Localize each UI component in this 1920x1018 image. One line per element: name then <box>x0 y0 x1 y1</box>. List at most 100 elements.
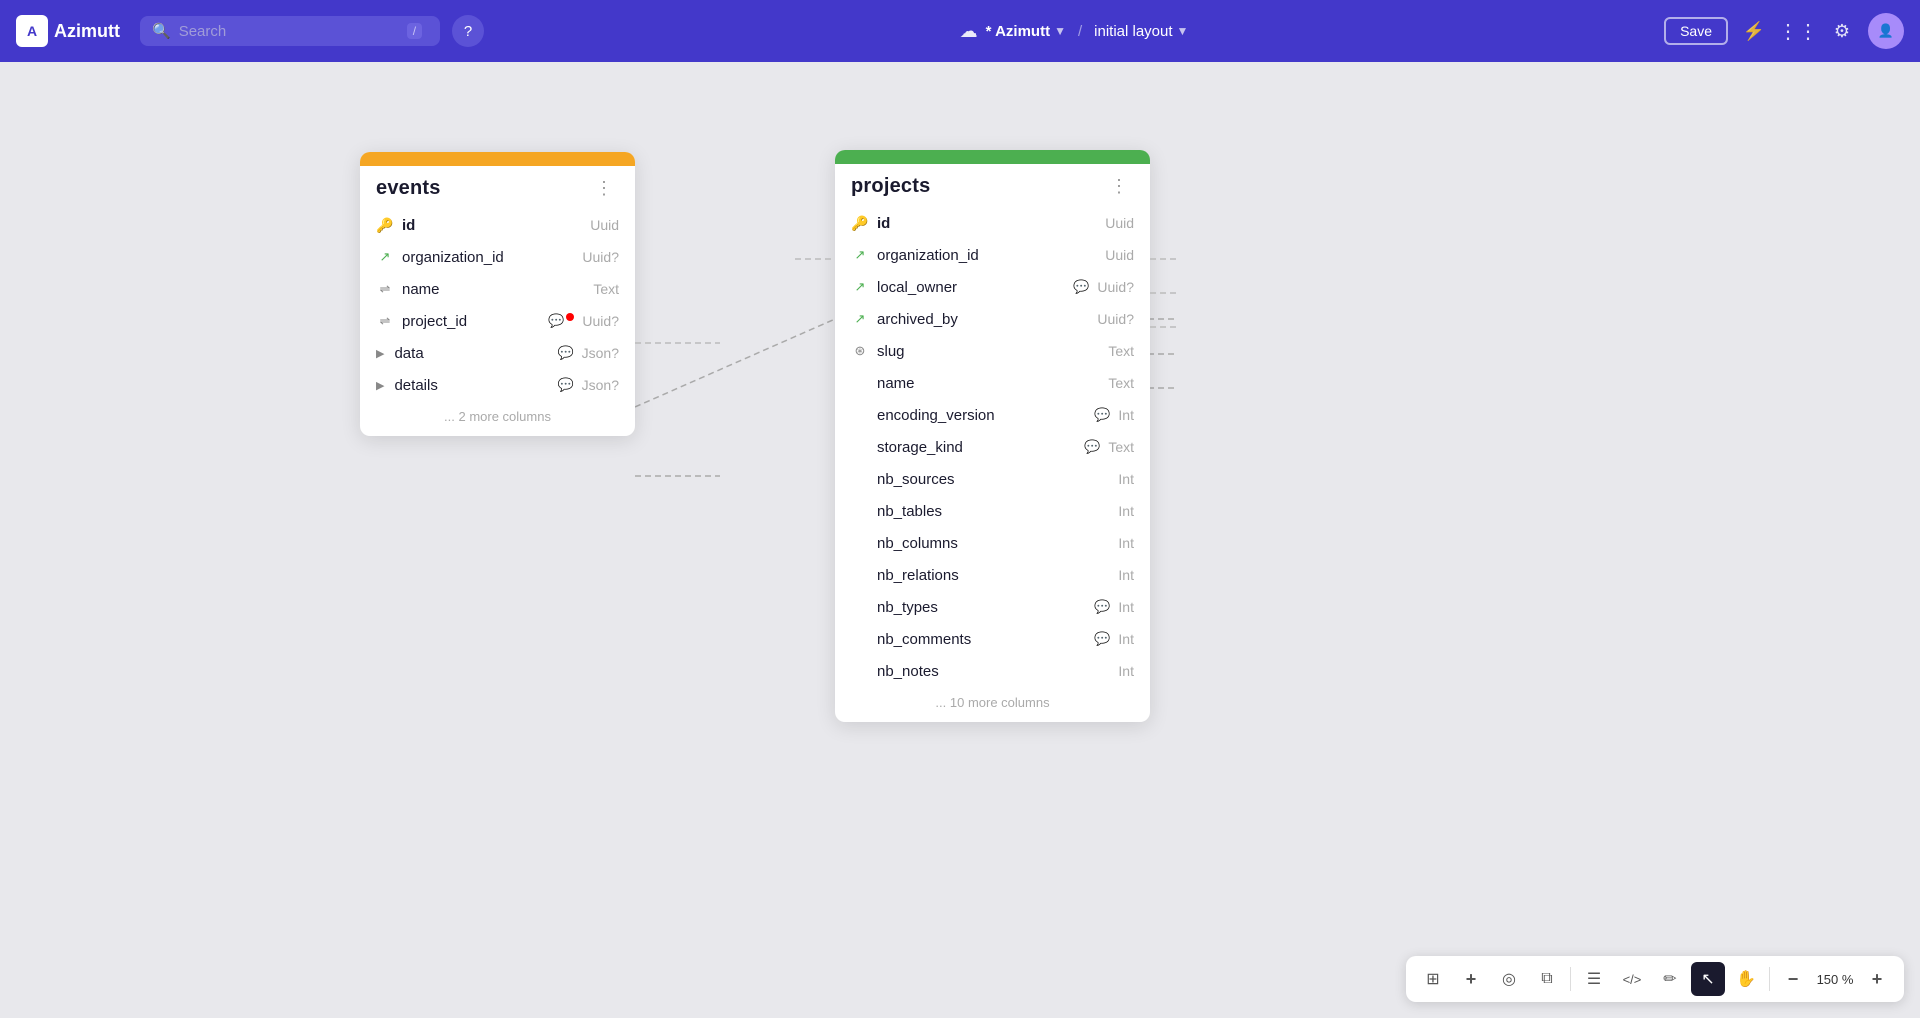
avatar[interactable]: 👤 <box>1868 13 1904 49</box>
zoom-out-button[interactable]: − <box>1776 962 1810 996</box>
table-row[interactable]: nb_tables Int <box>835 495 1150 527</box>
table-row[interactable]: nb_columns Int <box>835 527 1150 559</box>
row-name: local_owner <box>877 279 1063 296</box>
projects-table: projects ⋮ 🔑 id Uuid ↗ organization_id U… <box>835 150 1150 722</box>
layout-name[interactable]: initial layout ▼ <box>1094 23 1188 40</box>
expand-icon: ▶ <box>376 347 384 360</box>
table-row[interactable]: name Text <box>835 367 1150 399</box>
zoom-level: 150 % <box>1814 972 1856 987</box>
row-type: Int <box>1118 471 1134 487</box>
table-row[interactable]: ⇌ name Text <box>360 273 635 305</box>
table-row[interactable]: nb_types 💬 Int <box>835 591 1150 623</box>
list-button[interactable]: ☰ <box>1577 962 1611 996</box>
fk-icon: ↗ <box>851 247 869 263</box>
comment-icon: 💬 <box>557 377 573 393</box>
events-table-title: events <box>376 177 441 200</box>
settings-icon: ⚙ <box>1834 21 1850 42</box>
project-name[interactable]: * Azimutt ▼ <box>986 23 1066 40</box>
table-row[interactable]: 🔑 id Uuid <box>360 209 635 241</box>
row-type: Text <box>593 281 619 297</box>
row-name: nb_types <box>877 599 1084 616</box>
code-button[interactable]: </> <box>1615 962 1649 996</box>
projects-table-title: projects <box>851 175 930 198</box>
row-type: Text <box>1108 375 1134 391</box>
row-type: Int <box>1118 663 1134 679</box>
key-icon: 🔑 <box>851 215 869 232</box>
comment-icon: 💬 <box>1073 279 1089 295</box>
share-icon: ⋮⋮ <box>1778 19 1818 44</box>
zoom-in-button[interactable]: + <box>1860 962 1894 996</box>
sort-icon: ⇌ <box>376 313 394 329</box>
comment-icon: 💬 <box>1094 599 1110 615</box>
expand-icon: ▶ <box>376 379 384 392</box>
share-button[interactable]: ⋮⋮ <box>1780 13 1816 49</box>
table-row[interactable]: ↗ organization_id Uuid? <box>360 241 635 273</box>
cursor-button[interactable]: ↖ <box>1691 962 1725 996</box>
bolt-button[interactable]: ⚡ <box>1736 13 1772 49</box>
fit-button[interactable]: ⊞ <box>1416 962 1450 996</box>
row-type: Uuid <box>1105 247 1134 263</box>
canvas[interactable]: events ⋮ 🔑 id Uuid ↗ organization_id Uui… <box>0 62 1920 1018</box>
projects-table-header <box>835 150 1150 164</box>
search-input[interactable] <box>179 23 399 40</box>
row-name: project_id <box>402 313 538 330</box>
row-name: nb_tables <box>877 503 1110 520</box>
table-row[interactable]: ⇌ project_id 💬 Uuid? <box>360 305 635 337</box>
row-type: Int <box>1118 631 1134 647</box>
hand-button[interactable]: ✋ <box>1729 962 1763 996</box>
search-bar[interactable]: 🔍 / <box>140 16 440 46</box>
table-row[interactable]: ▶ details 💬 Json? <box>360 369 635 401</box>
table-row[interactable]: encoding_version 💬 Int <box>835 399 1150 431</box>
zoom-plus-button[interactable]: + <box>1454 962 1488 996</box>
row-name: organization_id <box>402 249 574 266</box>
more-columns[interactable]: ... 10 more columns <box>835 687 1150 722</box>
row-type: Int <box>1118 567 1134 583</box>
zoom-out-icon: − <box>1788 969 1799 990</box>
edit-button[interactable]: ✏ <box>1653 962 1687 996</box>
toolbar-divider <box>1570 967 1571 991</box>
center-button[interactable]: ◎ <box>1492 962 1526 996</box>
table-row[interactable]: storage_kind 💬 Text <box>835 431 1150 463</box>
help-button[interactable]: ? <box>452 15 484 47</box>
hand-icon: ✋ <box>1736 969 1756 989</box>
fit-icon: ⊞ <box>1426 969 1439 989</box>
center-icon: ◎ <box>1502 969 1516 989</box>
row-type: Text <box>1108 343 1134 359</box>
settings-button[interactable]: ⚙ <box>1824 13 1860 49</box>
row-type: Json? <box>582 345 619 361</box>
code-icon: </> <box>1623 972 1642 987</box>
events-menu-button[interactable]: ⋮ <box>589 176 619 201</box>
table-row[interactable]: ⊛ slug Text <box>835 335 1150 367</box>
table-row[interactable]: nb_notes Int <box>835 655 1150 687</box>
table-row[interactable]: nb_relations Int <box>835 559 1150 591</box>
table-row[interactable]: nb_sources Int <box>835 463 1150 495</box>
zoom-in-icon: + <box>1466 969 1477 990</box>
badge-dot <box>566 313 574 321</box>
table-row[interactable]: ↗ local_owner 💬 Uuid? <box>835 271 1150 303</box>
list-icon: ☰ <box>1587 969 1601 989</box>
row-type: Uuid? <box>582 313 619 329</box>
row-type: Uuid <box>1105 215 1134 231</box>
cursor-icon: ↖ <box>1701 969 1714 989</box>
search-icon: 🔍 <box>152 22 171 40</box>
save-button[interactable]: Save <box>1664 17 1728 45</box>
row-type: Uuid <box>590 217 619 233</box>
row-type: Json? <box>582 377 619 393</box>
table-row[interactable]: ▶ data 💬 Json? <box>360 337 635 369</box>
row-name: nb_sources <box>877 471 1110 488</box>
table-row[interactable]: nb_comments 💬 Int <box>835 623 1150 655</box>
zoom-plus-icon: + <box>1872 969 1883 990</box>
sort-icon: ⇌ <box>376 281 394 297</box>
more-columns[interactable]: ... 2 more columns <box>360 401 635 436</box>
table-row[interactable]: 🔑 id Uuid <box>835 207 1150 239</box>
row-name: nb_comments <box>877 631 1084 648</box>
table-row[interactable]: ↗ archived_by Uuid? <box>835 303 1150 335</box>
row-name: nb_columns <box>877 535 1110 552</box>
cloud-icon: ☁ <box>960 21 978 42</box>
layout-button[interactable]: ⧉ <box>1530 962 1564 996</box>
logo-text: Azimutt <box>54 21 120 42</box>
table-row[interactable]: ↗ organization_id Uuid <box>835 239 1150 271</box>
edit-icon: ✏ <box>1663 969 1676 989</box>
row-name: id <box>877 215 1097 232</box>
projects-menu-button[interactable]: ⋮ <box>1104 174 1134 199</box>
